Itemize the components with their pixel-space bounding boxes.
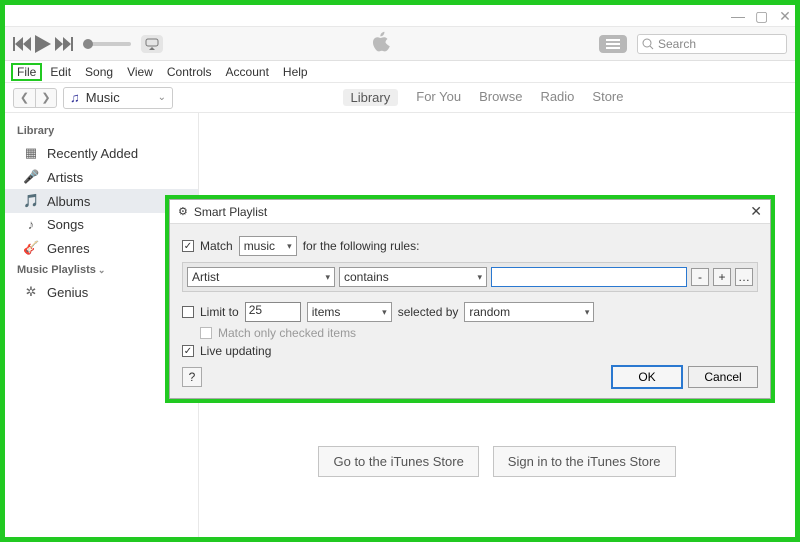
rule-condition-select[interactable]: contains ▾ (339, 267, 487, 287)
rule-add-button[interactable]: + (713, 268, 731, 286)
sidebar-item-label: Songs (47, 217, 84, 232)
menu-edit[interactable]: Edit (44, 63, 77, 81)
chevron-down-icon: ▾ (287, 241, 292, 252)
match-type-select[interactable]: music ▾ (239, 236, 297, 256)
apple-logo-icon (169, 31, 593, 56)
go-to-store-button[interactable]: Go to the iTunes Store (318, 446, 478, 477)
chevron-down-icon: ▾ (382, 307, 387, 318)
section-tabs: Library For You Browse Radio Store (179, 89, 787, 106)
limit-unit-select[interactable]: items ▾ (307, 302, 392, 322)
search-icon (642, 38, 654, 50)
sidebar-item-label: Recently Added (47, 146, 138, 161)
select-value: music (244, 239, 275, 253)
selected-by-select[interactable]: random ▾ (464, 302, 594, 322)
nav-back-button[interactable]: ❮ (13, 88, 35, 108)
next-track-button[interactable] (55, 37, 73, 51)
select-value: items (312, 305, 341, 319)
sidebar-item-label: Genius (47, 285, 88, 300)
menu-account[interactable]: Account (220, 63, 275, 81)
tab-browse[interactable]: Browse (479, 89, 522, 106)
match-label-pre: Match (200, 239, 233, 253)
chevron-down-icon: ⌄ (98, 265, 106, 275)
music-note-icon: ♫ (70, 90, 80, 105)
select-value: random (469, 305, 510, 319)
play-button[interactable] (35, 35, 51, 53)
menu-view[interactable]: View (121, 63, 159, 81)
previous-track-button[interactable] (13, 37, 31, 51)
dialog-titlebar: ⚙ Smart Playlist ✕ (170, 200, 770, 224)
tab-radio[interactable]: Radio (540, 89, 574, 106)
sidebar-header-label: Music Playlists (17, 264, 96, 276)
sidebar-item-label: Artists (47, 170, 83, 185)
menu-file[interactable]: File (11, 63, 42, 81)
window-titlebar: — ▢ ✕ (5, 5, 795, 27)
chevron-down-icon: ▾ (477, 272, 482, 283)
cancel-button[interactable]: Cancel (688, 366, 758, 388)
nav-forward-button[interactable]: ❯ (35, 88, 57, 108)
tab-library[interactable]: Library (343, 89, 399, 106)
sidebar-item-label: Albums (47, 194, 90, 209)
dialog-title: Smart Playlist (194, 205, 267, 219)
window-maximize-button[interactable]: ▢ (755, 10, 767, 22)
sidebar-item-recently-added[interactable]: ▦ Recently Added (5, 141, 198, 165)
window-minimize-button[interactable]: — (731, 10, 743, 22)
limit-value-input[interactable]: 25 (245, 302, 301, 322)
tab-store[interactable]: Store (592, 89, 623, 106)
playback-controls (13, 35, 73, 53)
dialog-close-button[interactable]: ✕ (750, 203, 762, 220)
playlist-icon: ⚙ (178, 205, 188, 218)
rule-row: Artist ▾ contains ▾ - + … (182, 262, 758, 292)
navigation-bar: ❮ ❯ ♫ Music ⌄ Library For You Browse Rad… (5, 83, 795, 113)
volume-slider[interactable] (83, 42, 131, 46)
list-view-button[interactable] (599, 35, 627, 53)
sidebar-header-library: Library (5, 121, 198, 141)
rule-nest-button[interactable]: … (735, 268, 753, 286)
select-value: Artist (192, 270, 219, 284)
player-toolbar: Search (5, 27, 795, 61)
ok-button[interactable]: OK (612, 366, 682, 388)
window-close-button[interactable]: ✕ (779, 10, 791, 22)
media-type-label: Music (86, 90, 120, 105)
selected-by-label: selected by (398, 305, 459, 319)
airplay-button[interactable] (141, 35, 163, 53)
menu-controls[interactable]: Controls (161, 63, 218, 81)
match-checked-items-checkbox[interactable] (200, 327, 212, 339)
menu-song[interactable]: Song (79, 63, 119, 81)
rule-value-input[interactable] (491, 267, 687, 287)
search-input[interactable]: Search (637, 34, 787, 54)
smart-playlist-dialog-highlight: ⚙ Smart Playlist ✕ Match music ▾ for the … (165, 195, 775, 403)
note-icon: ♪ (23, 217, 39, 232)
menu-help[interactable]: Help (277, 63, 314, 81)
live-updating-checkbox[interactable] (182, 345, 194, 357)
genius-icon: ✲ (23, 284, 39, 300)
limit-checkbox[interactable] (182, 306, 194, 318)
select-value: contains (344, 270, 389, 284)
match-checkbox[interactable] (182, 240, 194, 252)
chevron-down-icon: ⌄ (158, 92, 166, 103)
smart-playlist-dialog: ⚙ Smart Playlist ✕ Match music ▾ for the … (169, 199, 771, 399)
microphone-icon: 🎤 (23, 169, 39, 185)
menu-bar: File Edit Song View Controls Account Hel… (5, 61, 795, 83)
album-icon: 🎵 (23, 193, 39, 209)
sign-in-store-button[interactable]: Sign in to the iTunes Store (493, 446, 676, 477)
limit-label: Limit to (200, 305, 239, 319)
chevron-down-icon: ▾ (585, 307, 590, 318)
sidebar-item-artists[interactable]: 🎤 Artists (5, 165, 198, 189)
help-button[interactable]: ? (182, 367, 202, 387)
tab-for-you[interactable]: For You (416, 89, 461, 106)
sidebar-item-label: Genres (47, 241, 90, 256)
search-placeholder: Search (658, 37, 696, 51)
match-label-post: for the following rules: (303, 239, 420, 253)
chevron-down-icon: ▾ (325, 272, 330, 283)
rule-remove-button[interactable]: - (691, 268, 709, 286)
rule-field-select[interactable]: Artist ▾ (187, 267, 335, 287)
guitar-icon: 🎸 (23, 240, 39, 256)
media-type-selector[interactable]: ♫ Music ⌄ (63, 87, 173, 109)
grid-icon: ▦ (23, 145, 39, 161)
live-updating-label: Live updating (200, 344, 271, 358)
match-checked-items-label: Match only checked items (218, 326, 356, 340)
